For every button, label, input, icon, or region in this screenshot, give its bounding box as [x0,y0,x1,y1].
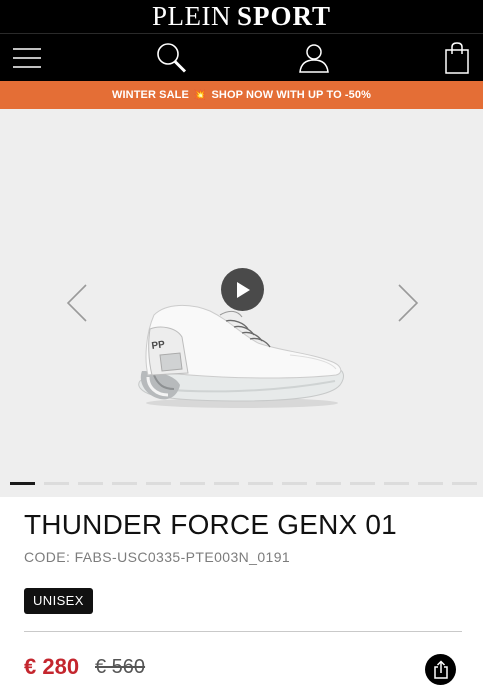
logo-word-plein: PLEIN [151,1,231,31]
shopping-bag-icon [445,42,469,74]
user-icon [299,44,329,73]
gallery-dot[interactable] [248,482,273,485]
account-button[interactable] [296,34,332,82]
nav-bar [0,33,483,81]
menu-button[interactable] [10,34,44,82]
current-price: € 280 [24,654,80,679]
gallery-dot[interactable] [384,482,409,485]
gallery-dot[interactable] [214,482,239,485]
gallery-dot[interactable] [44,482,69,485]
svg-text:PP: PP [151,339,166,352]
promo-text-sale: WINTER SALE [112,89,189,101]
product-title: THUNDER FORCE GENX 01 [24,509,397,540]
gallery-dot[interactable] [146,482,171,485]
gallery-prev-button[interactable] [66,284,88,327]
chevron-left-icon [66,284,87,322]
burst-icon: 💥 [193,89,207,101]
gallery-dot[interactable] [316,482,341,485]
gallery-next-button[interactable] [397,284,419,327]
unisex-badge: UNISEX [24,588,93,614]
product-gallery[interactable]: PP [0,109,483,497]
gallery-dot[interactable] [112,482,137,485]
brand-logo[interactable]: PLEIN SPORT [152,0,331,33]
search-button[interactable] [153,34,189,82]
gallery-dot[interactable] [452,482,477,485]
chevron-right-icon [398,284,419,322]
product-code: CODE: FABS-USC0335-PTE003N_0191 [24,549,291,565]
search-icon [157,43,187,73]
gallery-dot[interactable] [350,482,375,485]
divider [24,631,462,632]
share-icon [433,659,448,679]
gallery-dot[interactable] [418,482,443,485]
play-video-button[interactable] [221,268,264,311]
original-price: € 560 [95,656,146,678]
gallery-dot[interactable] [282,482,307,485]
logo-word-sport: SPORT [236,1,332,31]
shopping-bag-button[interactable] [443,34,471,82]
gallery-dot[interactable] [10,482,35,485]
logo-bar: PLEIN SPORT [0,0,483,33]
gallery-dot[interactable] [78,482,103,485]
gallery-pagination [10,482,477,485]
play-icon [236,281,250,298]
promo-banner[interactable]: WINTER SALE 💥 SHOP NOW WITH UP TO -50% [0,81,483,109]
hamburger-menu-icon [13,48,41,68]
promo-text-shop: SHOP NOW WITH UP TO -50% [211,89,371,101]
gallery-dot[interactable] [180,482,205,485]
share-button[interactable] [425,654,456,685]
